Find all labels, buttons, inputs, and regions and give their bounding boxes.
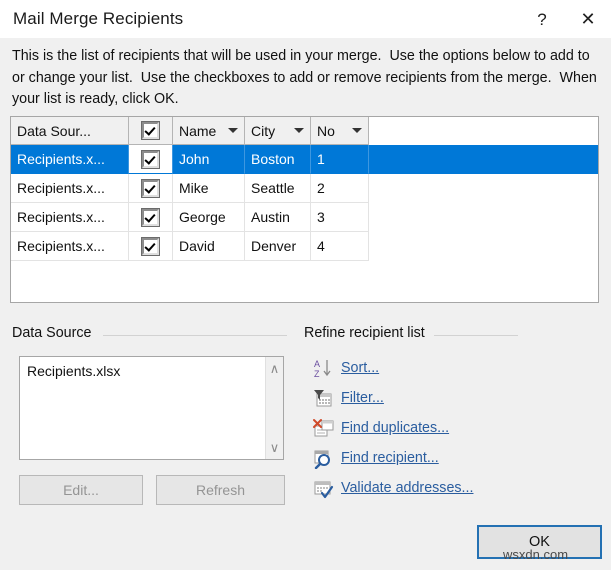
- data-source-list-area[interactable]: Recipients.xlsx: [20, 357, 265, 459]
- data-source-group-rule: [103, 335, 287, 336]
- refine-group-rule: [434, 335, 518, 336]
- refine-item-label[interactable]: Find duplicates...: [341, 420, 449, 436]
- cell-name: David: [173, 232, 245, 261]
- find-duplicates-icon: [313, 417, 341, 439]
- dialog-title-bar: Mail Merge Recipients ? ✕: [0, 0, 611, 38]
- find-recipient-magnifier-icon: [313, 447, 341, 469]
- column-header-data-source[interactable]: Data Sour...: [11, 117, 129, 145]
- cell-name: John: [173, 145, 245, 174]
- cell-name: George: [173, 203, 245, 232]
- cell-include-checkbox[interactable]: [129, 232, 173, 261]
- cell-include-checkbox[interactable]: [129, 145, 173, 174]
- cell-data-source: Recipients.x...: [11, 145, 129, 174]
- edit-button[interactable]: Edit...: [19, 475, 143, 505]
- refine-actions-list: A Z Sort... Filter...: [313, 353, 603, 503]
- column-header-label: Data Sour...: [17, 123, 91, 139]
- checkbox-icon[interactable]: [142, 209, 159, 226]
- grid-header-row: Data Sour... Name City No: [11, 117, 598, 145]
- refine-group-label: Refine recipient list: [304, 325, 425, 341]
- data-source-scrollbar[interactable]: ∧ ∨: [265, 357, 283, 459]
- dialog-title: Mail Merge Recipients: [13, 9, 183, 29]
- refresh-button[interactable]: Refresh: [156, 475, 285, 505]
- help-button[interactable]: ?: [519, 0, 565, 38]
- cell-no: 3: [311, 203, 369, 232]
- data-source-group-label: Data Source: [12, 325, 91, 341]
- svg-text:A: A: [314, 359, 320, 369]
- checkbox-icon[interactable]: [142, 180, 159, 197]
- validate-addresses-icon: [313, 477, 341, 499]
- refine-item-find-duplicates[interactable]: Find duplicates...: [313, 413, 603, 443]
- column-header-city[interactable]: City: [245, 117, 311, 145]
- column-header-label: Name: [179, 123, 216, 139]
- cell-city: Denver: [245, 232, 311, 261]
- cell-filler: [369, 174, 598, 203]
- close-button[interactable]: ✕: [565, 0, 611, 38]
- chevron-down-icon[interactable]: [228, 128, 238, 133]
- recipients-grid[interactable]: Data Sour... Name City No Recipients.x..…: [10, 116, 599, 303]
- cell-no: 1: [311, 145, 369, 174]
- cell-include-checkbox[interactable]: [129, 203, 173, 232]
- help-icon: ?: [537, 11, 546, 28]
- table-row[interactable]: Recipients.x... Mike Seattle 2: [11, 174, 598, 203]
- cell-city: Seattle: [245, 174, 311, 203]
- column-header-select-all[interactable]: [129, 117, 173, 145]
- svg-text:Z: Z: [314, 369, 320, 379]
- ok-button[interactable]: OK: [477, 525, 602, 559]
- list-item[interactable]: Recipients.xlsx: [27, 363, 265, 379]
- chevron-down-icon[interactable]: [352, 128, 362, 133]
- column-header-label: City: [251, 123, 275, 139]
- checkbox-icon[interactable]: [142, 151, 159, 168]
- title-bar-buttons: ? ✕: [519, 0, 611, 38]
- cell-filler: [369, 232, 598, 261]
- cell-data-source: Recipients.x...: [11, 232, 129, 261]
- refine-item-label[interactable]: Find recipient...: [341, 450, 439, 466]
- cell-city: Boston: [245, 145, 311, 174]
- cell-data-source: Recipients.x...: [11, 174, 129, 203]
- column-header-filler: [369, 117, 598, 145]
- cell-name: Mike: [173, 174, 245, 203]
- column-header-label: No: [317, 123, 335, 139]
- cell-filler: [369, 203, 598, 232]
- data-source-listbox[interactable]: Recipients.xlsx ∧ ∨: [19, 356, 284, 460]
- checkbox-icon[interactable]: [142, 238, 159, 255]
- filter-funnel-icon: [313, 387, 341, 409]
- refine-item-sort[interactable]: A Z Sort...: [313, 353, 603, 383]
- checkbox-icon[interactable]: [142, 122, 159, 139]
- cell-no: 4: [311, 232, 369, 261]
- scroll-up-icon[interactable]: ∧: [270, 362, 280, 375]
- refine-item-label[interactable]: Sort...: [341, 360, 379, 376]
- cell-city: Austin: [245, 203, 311, 232]
- cell-include-checkbox[interactable]: [129, 174, 173, 203]
- instructions-text: This is the list of recipients that will…: [12, 46, 598, 111]
- close-icon: ✕: [580, 10, 595, 28]
- cell-data-source: Recipients.x...: [11, 203, 129, 232]
- sort-az-icon: A Z: [313, 357, 341, 379]
- column-header-no[interactable]: No: [311, 117, 369, 145]
- cell-no: 2: [311, 174, 369, 203]
- table-row[interactable]: Recipients.x... George Austin 3: [11, 203, 598, 232]
- scroll-down-icon[interactable]: ∨: [270, 441, 280, 454]
- refine-item-find-recipient[interactable]: Find recipient...: [313, 443, 603, 473]
- column-header-name[interactable]: Name: [173, 117, 245, 145]
- table-row[interactable]: Recipients.x... David Denver 4: [11, 232, 598, 261]
- chevron-down-icon[interactable]: [294, 128, 304, 133]
- cell-filler: [369, 145, 598, 174]
- refine-item-validate-addresses[interactable]: Validate addresses...: [313, 473, 603, 503]
- refine-item-filter[interactable]: Filter...: [313, 383, 603, 413]
- table-row[interactable]: Recipients.x... John Boston 1: [11, 145, 598, 174]
- refine-item-label[interactable]: Filter...: [341, 390, 384, 406]
- refine-item-label[interactable]: Validate addresses...: [341, 480, 473, 496]
- grid-body: Recipients.x... John Boston 1 Recipients…: [11, 145, 598, 261]
